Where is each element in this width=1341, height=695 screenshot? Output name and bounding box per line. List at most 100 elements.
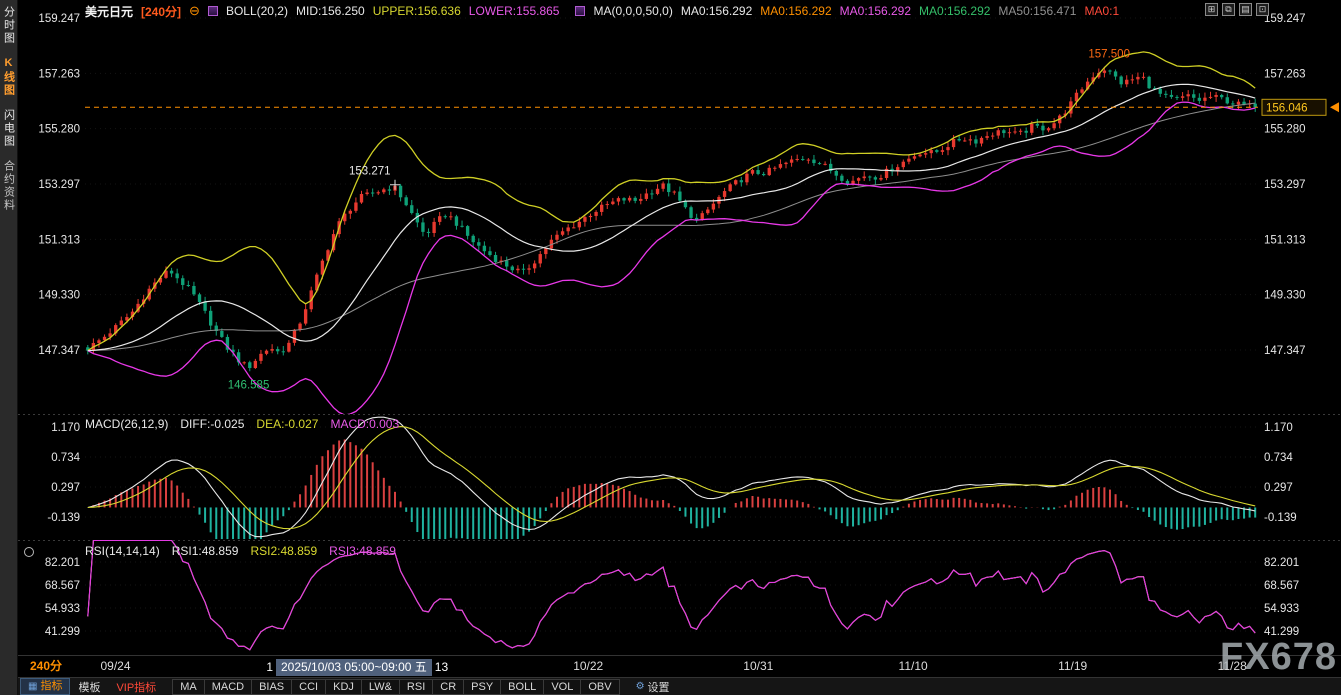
main-y-label-left: 157.263 — [38, 68, 80, 80]
candle-body — [505, 261, 508, 267]
toolbar-item-macd[interactable]: MACD — [204, 679, 252, 695]
candle-body — [455, 216, 458, 225]
price-annotation: 157.500 — [1088, 49, 1130, 61]
candle-body — [1125, 80, 1128, 85]
candle-body — [594, 212, 597, 216]
boll-mid-line — [88, 84, 1255, 350]
rsi-panel-collapse-icon[interactable] — [24, 547, 34, 557]
timeframe-button[interactable]: 240分 — [30, 656, 62, 677]
sidebar-item-kline-chart[interactable]: K线图 — [1, 57, 17, 97]
candle-body — [527, 268, 530, 269]
rsi-params-label: RSI(14,14,14) — [85, 544, 160, 558]
ma-params-label: MA(0,0,0,50,0) — [593, 4, 672, 18]
candle-body — [1220, 95, 1223, 97]
candle-body — [835, 171, 838, 176]
rsi-y-label-right: 68.567 — [1264, 580, 1299, 592]
candle-body — [276, 349, 279, 351]
candle-body — [1214, 95, 1217, 97]
last-price-arrow-icon — [1330, 102, 1339, 112]
sidebar-item-lightning-chart[interactable]: 闪电图 — [1, 109, 17, 148]
macd-panel-header: MACD(26,12,9) DIFF:-0.025 DEA:-0.027 MAC… — [85, 417, 399, 431]
macd-y-label-right: 0.734 — [1264, 452, 1293, 464]
toolbar-item-label: BOLL — [508, 680, 536, 694]
cascade-windows-icon[interactable]: ⧉ — [1222, 3, 1235, 16]
time-axis-label: 10/22 — [573, 656, 603, 677]
toolbar-item-vip-indicators[interactable]: VIP指标 — [108, 678, 164, 695]
sidebar-item-contract-info[interactable]: 合约资料 — [1, 160, 17, 212]
macd-params-label: MACD(26,12,9) — [85, 417, 168, 431]
candle-body — [1019, 131, 1022, 132]
candle-body — [874, 177, 877, 179]
chart-header-bar: 美元日元 [240分] ⊖ BOLL(20,2) MID:156.250 UPP… — [18, 0, 1203, 22]
time-axis-label: 09/24 — [100, 656, 130, 677]
ma-indicator-icon[interactable] — [575, 6, 585, 16]
ma-value: MA0:156.292 — [681, 4, 752, 18]
boll-indicator-icon[interactable] — [208, 6, 218, 16]
toolbar-item-settings[interactable]: ⚙设置 — [628, 678, 678, 695]
candle-body — [734, 180, 737, 184]
candle-body — [203, 302, 206, 311]
rsi-y-label-left: 41.299 — [45, 626, 80, 638]
candle-body — [377, 192, 380, 193]
toolbar-item-indicators[interactable]: ▦指标 — [20, 678, 70, 695]
main-y-label-right: 153.297 — [1264, 179, 1306, 191]
candle-body — [701, 213, 704, 220]
toolbar-item-cci[interactable]: CCI — [291, 679, 326, 695]
candle-body — [304, 309, 307, 323]
tile-windows-icon[interactable]: ⊞ — [1205, 3, 1218, 16]
candle-body — [1237, 102, 1240, 105]
popout-window-icon[interactable]: ⊡ — [1256, 3, 1269, 16]
time-axis-label: 11/19 — [1058, 656, 1087, 677]
main-price-chart[interactable]: 156.046153.271146.585157.500159.247159.2… — [18, 12, 1341, 414]
candle-body — [1025, 131, 1028, 133]
toolbar-item-lwr[interactable]: LW& — [361, 679, 400, 695]
main-y-label-right: 157.263 — [1264, 68, 1306, 80]
toolbar-item-cr[interactable]: CR — [432, 679, 464, 695]
chart-window-icon[interactable]: ▤ — [1239, 3, 1252, 16]
candle-body — [243, 362, 246, 363]
candle-body — [1170, 95, 1173, 97]
toolbar-item-ma[interactable]: MA — [172, 679, 205, 695]
toolbar-item-rsi[interactable]: RSI — [399, 679, 433, 695]
toolbar-item-boll[interactable]: BOLL — [500, 679, 544, 695]
candle-body — [287, 343, 290, 352]
candle-body — [466, 226, 469, 236]
rsi-y-label-right: 54.933 — [1264, 603, 1299, 615]
candle-body — [756, 170, 759, 174]
toolbar-item-obv[interactable]: OBV — [580, 679, 619, 695]
macd-panel-chart[interactable]: 1.1701.1700.7340.7340.2970.297-0.139-0.1… — [18, 414, 1341, 540]
candle-body — [728, 184, 731, 191]
candle-body — [941, 150, 944, 152]
candle-body — [985, 136, 988, 138]
candle-body — [209, 311, 212, 326]
zoom-out-icon[interactable]: ⊖ — [189, 5, 200, 17]
toolbar-item-label: RSI — [407, 680, 425, 694]
left-sidebar: 分时图 K线图 闪电图 合约资料 — [0, 0, 18, 695]
toolbar-item-kdj[interactable]: KDJ — [325, 679, 362, 695]
candle-body — [583, 217, 586, 222]
candle-body — [259, 354, 262, 361]
candle-body — [187, 285, 190, 286]
candle-body — [773, 168, 776, 169]
candle-body — [622, 198, 625, 200]
candle-body — [656, 189, 659, 194]
candle-body — [779, 164, 782, 168]
boll-lower-value: LOWER:155.865 — [469, 4, 560, 18]
candle-body — [924, 153, 927, 154]
candle-body — [1175, 97, 1178, 98]
candle-body — [918, 155, 921, 157]
sidebar-item-time-share-chart[interactable]: 分时图 — [1, 6, 17, 45]
candle-body — [667, 183, 670, 192]
candle-body — [444, 216, 447, 217]
annotations: 156.046153.271146.585157.500 — [85, 49, 1339, 392]
rsi-y-label-left: 54.933 — [45, 603, 80, 615]
candle-body — [170, 271, 173, 274]
candle-body — [969, 139, 972, 140]
toolbar-item-vol[interactable]: VOL — [543, 679, 581, 695]
candle-body — [857, 178, 860, 181]
toolbar-item-bias[interactable]: BIAS — [251, 679, 292, 695]
indicators-icon: ▦ — [28, 679, 37, 694]
toolbar-item-templates[interactable]: 模板 — [70, 678, 108, 695]
toolbar-item-psy[interactable]: PSY — [463, 679, 501, 695]
candle-body — [768, 168, 771, 175]
